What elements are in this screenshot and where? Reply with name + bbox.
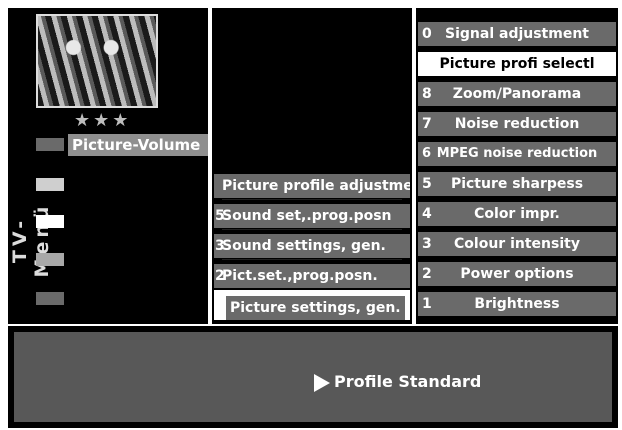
menu-item-noise-reduction[interactable]: 7 Noise reduction	[418, 112, 616, 136]
volume-indicator-5	[36, 292, 64, 305]
divider	[222, 259, 402, 260]
right-menu: 0 Signal adjustment Picture profi selectl…	[416, 8, 618, 324]
menu-item-picture-sharpess[interactable]: 5 Picture sharpess	[418, 172, 616, 196]
menu-item-sound-set-prog-posn[interactable]: 5 Sound set,.prog.posn	[214, 204, 410, 228]
info-bar-inner: Profile Standard	[14, 332, 612, 422]
menu-item-colour-intensity[interactable]: 3 Colour intensity	[418, 232, 616, 256]
menu-item-picture-profile-adjustment[interactable]: Picture profile adjustment	[214, 174, 410, 198]
menu-item-picture-profi-select[interactable]: Picture profi selectl	[418, 52, 616, 76]
volume-indicator-4	[36, 253, 64, 266]
menu-item-mpeg-noise-reduction[interactable]: 6 MPEG noise reduction	[418, 142, 616, 166]
profile-label: Profile Standard	[334, 372, 482, 391]
divider	[222, 199, 402, 200]
menu-item-signal-adjustment[interactable]: 0 Signal adjustment	[418, 22, 616, 46]
middle-menu: Picture profile adjustment 5 Sound set,.p…	[212, 8, 412, 324]
preview-thumbnail	[36, 14, 158, 108]
rating-stars: ★★★	[74, 110, 132, 131]
volume-indicator-3	[36, 215, 64, 228]
left-panel: ★★★ TV-Menü Picture-Volume	[8, 8, 208, 324]
menu-item-zoom-panorama[interactable]: 8 Zoom/Panorama	[418, 82, 616, 106]
volume-indicator-2	[36, 178, 64, 191]
divider	[222, 229, 402, 230]
menu-item-power-options[interactable]: 2 Power options	[418, 262, 616, 286]
volume-indicator-1	[36, 138, 64, 151]
tv-menu-screen: ★★★ TV-Menü Picture-Volume Picture profi…	[0, 0, 622, 430]
info-bar: Profile Standard	[8, 326, 618, 428]
profile-indicator: Profile Standard	[314, 372, 481, 392]
tv-menu-vertical-label: TV-Menü	[9, 202, 53, 278]
menu-item-brightness[interactable]: 1 Brightness	[418, 292, 616, 316]
picture-volume-label[interactable]: Picture-Volume	[68, 134, 208, 156]
menu-item-picture-settings-gen[interactable]: Picture settings, gen.	[214, 290, 410, 320]
menu-item-pict-set-prog-posn[interactable]: 2 Pict.set.,prog.posn.	[214, 264, 410, 288]
menu-item-color-impr[interactable]: 4 Color impr.	[418, 202, 616, 226]
menu-item-sound-settings-gen[interactable]: 3 Sound settings, gen.	[214, 234, 410, 258]
play-arrow-icon	[314, 373, 330, 392]
